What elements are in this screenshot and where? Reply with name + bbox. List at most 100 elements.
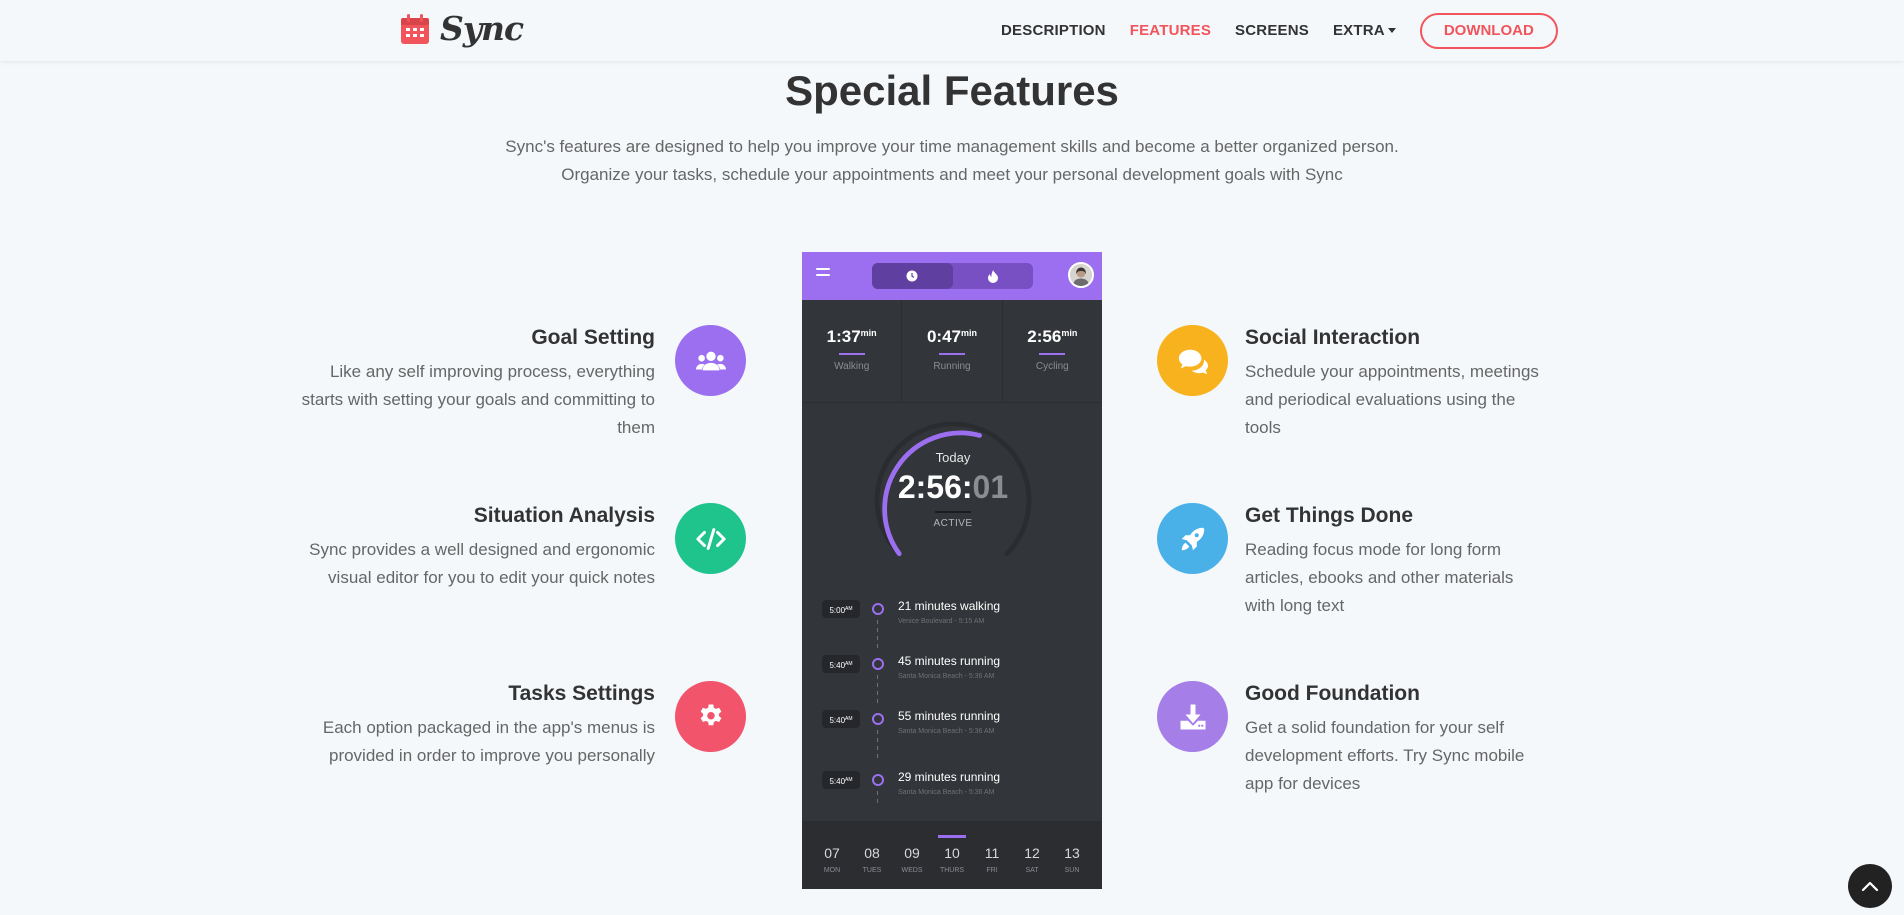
- flame-tab: [953, 263, 1034, 289]
- timeline-dot: [872, 658, 884, 670]
- timeline-item: 5:40AM 29 minutes running Santa Monica B…: [802, 767, 1102, 811]
- feature-title: Good Foundation: [1245, 682, 1420, 705]
- day-weekday: WEDS: [901, 867, 923, 874]
- day-weekday: THURS: [939, 867, 965, 874]
- lead-line-2: Organize your tasks, schedule your appoi…: [561, 165, 1343, 184]
- day-weekday: MON: [823, 867, 841, 874]
- clock-icon: [906, 270, 918, 282]
- stat-unit: min: [1061, 328, 1078, 338]
- timeline-time: 5:40AM: [822, 655, 860, 673]
- ring-divider: [935, 511, 971, 513]
- timeline-connector: [877, 791, 878, 807]
- feature-goal-setting: Goal Setting Like any self improving pro…: [290, 325, 655, 442]
- time-ampm: AM: [845, 777, 853, 783]
- caret-down-icon: [1387, 28, 1396, 33]
- ring-time: 2:56:01: [873, 469, 1033, 506]
- feature-text: Schedule your appointments, meetings and…: [1245, 362, 1539, 437]
- timeline-title: 45 minutes running: [898, 654, 1001, 668]
- download-button[interactable]: DOWNLOAD: [1419, 12, 1558, 49]
- day-number: 08: [864, 845, 880, 861]
- lead-line-1: Sync's features are designed to help you…: [505, 137, 1399, 156]
- calendar-icon: [401, 14, 429, 44]
- nav-extra-dropdown[interactable]: EXTRA: [1333, 22, 1396, 39]
- timeline-title: 55 minutes running: [898, 709, 1001, 723]
- feature-social-interaction: Social Interaction Schedule your appoint…: [1245, 325, 1545, 442]
- feature-title: Get Things Done: [1245, 504, 1413, 527]
- app-header: [802, 252, 1102, 300]
- day-number: 13: [1064, 845, 1080, 861]
- timeline-subtitle: Santa Monica Beach - 5:36 AM: [898, 673, 995, 680]
- timeline-subtitle: Santa Monica Beach - 5:36 AM: [898, 728, 995, 735]
- timeline-item: 5:40AM 55 minutes running Santa Monica B…: [802, 706, 1102, 760]
- brand-name: Sync: [440, 9, 524, 48]
- feature-text: Get a solid foundation for your self dev…: [1245, 718, 1525, 793]
- comments-icon: [1157, 325, 1228, 396]
- timeline-title: 21 minutes walking: [898, 599, 1001, 613]
- stat-label: Walking: [834, 361, 870, 372]
- feature-text: Reading focus mode for long form article…: [1245, 540, 1514, 615]
- activity-stats: 1:37min Walking 0:47min Running 2:56min …: [802, 300, 1102, 403]
- download-icon: [1157, 681, 1228, 752]
- ring-readout: Today 2:56:01 ACTIVE: [873, 450, 1033, 529]
- timeline-time: 5:40AM: [822, 710, 860, 728]
- brand[interactable]: Sync: [400, 9, 524, 48]
- day-item: 08 TUES: [852, 821, 892, 889]
- day-weekday: SAT: [1025, 867, 1039, 874]
- feature-text: Sync provides a well designed and ergono…: [309, 540, 655, 587]
- day-number: 12: [1024, 845, 1040, 861]
- timeline-connector: [877, 675, 878, 705]
- activity-ring: Today 2:56:01 ACTIVE: [873, 420, 1033, 580]
- nav-description[interactable]: DESCRIPTION: [1001, 22, 1106, 39]
- day-item-selected: 10 THURS: [932, 821, 972, 889]
- day-strip: 07 MON 08 TUES 09 WEDS 10 THURS 11 FRI 12 SAT …: [802, 821, 1102, 889]
- day-item: 13 SUN: [1052, 821, 1092, 889]
- stat-bar: [1039, 353, 1066, 355]
- stat-value: 1:37: [826, 327, 861, 346]
- day-item: 11 FRI: [972, 821, 1012, 889]
- stat-label: Cycling: [1035, 361, 1069, 372]
- flame-icon: [987, 269, 998, 283]
- nav-screens[interactable]: SCREENS: [1235, 22, 1309, 39]
- stat-cycling: 2:56min Cycling: [1003, 300, 1102, 402]
- code-icon: [675, 503, 746, 574]
- stat-unit: min: [860, 328, 877, 338]
- phone-mockup: 1:37min Walking 0:47min Running 2:56min …: [802, 252, 1102, 889]
- feature-text: Each option packaged in the app's menus …: [322, 718, 655, 765]
- timeline-title: 29 minutes running: [898, 770, 1001, 784]
- timeline-dot: [872, 603, 884, 615]
- feature-title: Social Interaction: [1245, 326, 1421, 349]
- timeline-subtitle: Venice Boulevard - 5:15 AM: [898, 618, 985, 625]
- ring-status: ACTIVE: [933, 518, 973, 529]
- stat-value: 2:56: [1027, 327, 1062, 346]
- stat-running: 0:47min Running: [902, 300, 1003, 402]
- feature-text: Like any self improving process, everyth…: [301, 362, 655, 437]
- day-item: 07 MON: [812, 821, 852, 889]
- navbar: Sync DESCRIPTION FEATURES SCREENS EXTRA …: [0, 0, 1904, 61]
- section-title: Special Features: [785, 67, 1119, 114]
- timeline-subtitle: Santa Monica Beach - 5:36 AM: [898, 789, 995, 796]
- feature-tasks-settings: Tasks Settings Each option packaged in t…: [290, 681, 655, 770]
- mode-toggle: [872, 263, 1033, 289]
- nav-features[interactable]: FEATURES: [1130, 22, 1211, 39]
- main-nav: DESCRIPTION FEATURES SCREENS EXTRA DOWNL…: [1001, 0, 1558, 61]
- hamburger-menu-icon: [816, 268, 830, 280]
- timeline-connector: [877, 730, 878, 760]
- day-number: 09: [904, 845, 920, 861]
- rocket-icon: [1157, 503, 1228, 574]
- stat-bar: [838, 353, 865, 355]
- time-value: 5:40: [829, 661, 846, 670]
- ring-time-main: 2:56:: [897, 469, 973, 505]
- timeline-item: 5:40AM 45 minutes running Santa Monica B…: [802, 651, 1102, 705]
- time-ampm: AM: [845, 716, 853, 722]
- timeline-dot: [872, 713, 884, 725]
- back-to-top-button[interactable]: [1848, 864, 1892, 908]
- feature-get-things-done: Get Things Done Reading focus mode for l…: [1245, 503, 1545, 620]
- timeline-time: 5:00AM: [822, 600, 860, 618]
- timeline-connector: [877, 620, 878, 650]
- stat-value: 0:47: [926, 327, 961, 346]
- day-number: 11: [984, 845, 1000, 861]
- stat-unit: min: [961, 328, 978, 338]
- ring-label: Today: [935, 450, 971, 465]
- avatar: [1068, 262, 1094, 288]
- time-value: 5:40: [829, 716, 846, 725]
